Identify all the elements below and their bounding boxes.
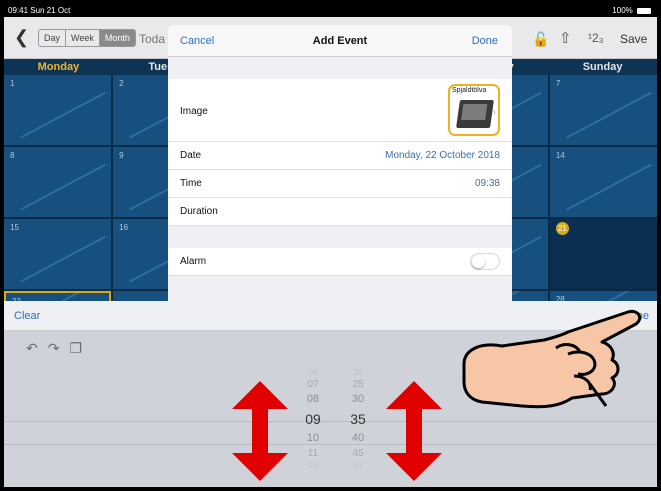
day-number: 16	[119, 223, 129, 232]
minute-option: 50	[353, 461, 363, 470]
add-event-dialog: Cancel Add Event Done Image Spjaldtölva …	[168, 25, 512, 301]
edit-tools: ↶↷❐	[26, 340, 92, 357]
scroll-up-down-arrow-icon	[232, 381, 288, 481]
redo-icon[interactable]: ↷	[48, 340, 70, 356]
view-week[interactable]: Week	[66, 30, 100, 46]
day-number: 1	[10, 79, 15, 88]
minute-option: 45	[352, 448, 364, 459]
calendar-day[interactable]: 8	[4, 147, 112, 217]
hour-option: 07	[307, 379, 319, 390]
alarm-label: Alarm	[180, 256, 207, 267]
copy-icon[interactable]: ❐	[69, 340, 92, 356]
tablet-icon	[456, 100, 494, 128]
date-value: Monday, 22 October 2018	[385, 150, 500, 161]
today-button[interactable]: Toda	[139, 32, 165, 46]
save-button[interactable]: Save	[620, 32, 647, 46]
calendar-day[interactable]: 14	[549, 147, 657, 217]
hour-option: 06	[308, 368, 318, 377]
battery-percent: 100%	[612, 6, 633, 15]
image-caption: Spjaldtölva	[452, 87, 487, 94]
day-number: 9	[119, 151, 124, 160]
numbering-button[interactable]: ¹2₃	[588, 31, 604, 45]
dialog-title: Add Event	[312, 35, 368, 47]
minute-option: 25	[352, 379, 364, 390]
minute-selected: 35	[350, 411, 366, 427]
chevron-left-icon[interactable]: ❮	[14, 27, 29, 48]
calendar-day[interactable]: 15	[4, 219, 112, 289]
minute-option: 40	[351, 432, 365, 444]
hour-option: 12	[308, 461, 318, 470]
time-value: 09:38	[474, 178, 500, 189]
minute-wheel[interactable]: 20 25 30 35 40 45 50	[343, 368, 373, 470]
battery-icon	[637, 7, 651, 14]
done-button[interactable]: Done	[472, 35, 498, 47]
day-header: Sunday	[582, 61, 623, 73]
clear-button[interactable]: Clear	[14, 310, 40, 322]
scroll-up-down-arrow-icon	[386, 381, 442, 481]
image-row[interactable]: Image Spjaldtölva ›	[168, 79, 512, 142]
alarm-toggle[interactable]	[470, 253, 500, 270]
tablet-image-thumbnail[interactable]: Spjaldtölva ›	[448, 84, 500, 136]
image-label: Image	[180, 106, 208, 117]
view-segmented-control: Day Week Month	[38, 29, 136, 47]
date-label: Date	[180, 150, 202, 161]
day-number: 8	[10, 151, 15, 160]
hour-option: 08	[306, 393, 320, 405]
day-number: 14	[555, 151, 565, 160]
date-row[interactable]: Date Monday, 22 October 2018	[168, 142, 512, 170]
minute-option: 20	[353, 368, 363, 377]
app-frame: 09:41 Sun 21 Oct 100% ❮ Day Week Month T…	[0, 0, 661, 491]
duration-label: Duration	[180, 206, 218, 217]
calendar-day-today[interactable]: 21	[549, 219, 657, 289]
hour-wheel[interactable]: 06 07 08 09 10 11 12	[298, 368, 328, 470]
undo-icon[interactable]: ↶	[26, 340, 48, 356]
view-month[interactable]: Month	[99, 30, 135, 46]
alarm-row: Alarm	[168, 248, 512, 276]
lock-icon[interactable]: 🔓	[532, 31, 549, 48]
picker-selection-band	[4, 421, 657, 445]
chevron-right-icon: ›	[492, 107, 496, 118]
today-badge: 21	[555, 222, 569, 235]
calendar-day[interactable]: 1	[4, 75, 112, 145]
status-date: Sun 21 Oct	[30, 6, 71, 15]
dialog-header: Cancel Add Event Done	[168, 25, 512, 57]
share-icon[interactable]: ⇧	[559, 29, 572, 47]
pointing-hand-icon	[462, 309, 642, 409]
time-row[interactable]: Time 09:38	[168, 170, 512, 198]
hour-selected: 09	[305, 411, 321, 427]
view-day[interactable]: Day	[39, 30, 67, 46]
hour-option: 10	[306, 432, 320, 444]
time-label: Time	[180, 178, 202, 189]
status-bar: 09:41 Sun 21 Oct 100%	[4, 4, 657, 17]
duration-row[interactable]: Duration	[168, 198, 512, 226]
day-number: 7	[555, 79, 561, 88]
status-battery: 100%	[612, 4, 651, 17]
day-number: 15	[10, 223, 19, 232]
day-number: 2	[119, 79, 124, 88]
status-time: 09:41	[8, 6, 29, 15]
calendar-day[interactable]: 7	[549, 75, 657, 145]
day-header: Monday	[37, 61, 80, 73]
hour-option: 11	[307, 448, 319, 459]
minute-option: 30	[351, 393, 365, 405]
